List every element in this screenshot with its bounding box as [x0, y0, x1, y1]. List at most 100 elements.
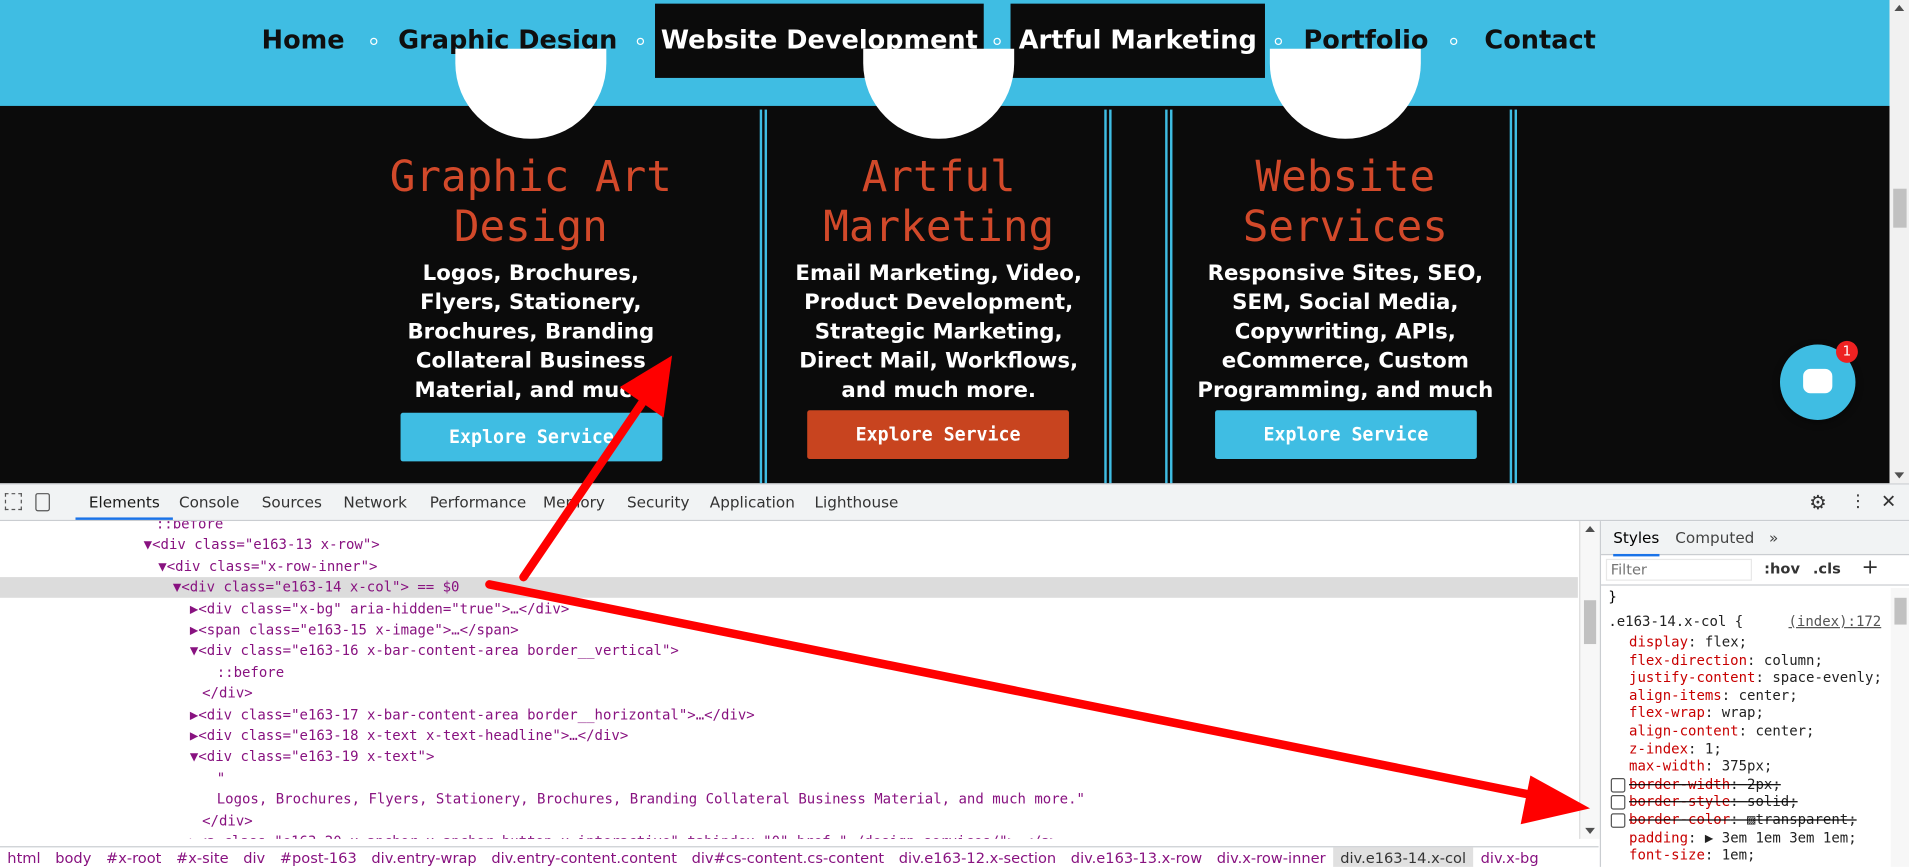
- scroll-down-arrow-icon[interactable]: [1585, 827, 1595, 834]
- nav-separator-dot: [1450, 37, 1458, 46]
- styles-filter-input[interactable]: [1605, 558, 1752, 581]
- css-colon: :: [1755, 668, 1773, 686]
- card-icon-circle: [863, 48, 1015, 139]
- dom-node[interactable]: ": [0, 768, 1578, 789]
- more-tabs-chevron-icon[interactable]: »: [1769, 521, 1778, 554]
- tab-lighthouse[interactable]: Lighthouse: [815, 485, 899, 520]
- dom-node[interactable]: Logos, Brochures, Flyers, Stationery, Br…: [0, 789, 1578, 810]
- style-declaration[interactable]: padding: ▶ 3em 1em 3em 1em;: [1629, 829, 1909, 847]
- style-declaration[interactable]: flex-direction: column;: [1629, 651, 1909, 669]
- device-toolbar-icon[interactable]: [35, 493, 50, 512]
- breadcrumb-item[interactable]: div: [236, 847, 273, 867]
- css-property-value: space-evenly;: [1772, 668, 1882, 686]
- breadcrumb-item[interactable]: div.e163-14.x-col: [1332, 847, 1474, 867]
- dom-node[interactable]: </div>: [0, 810, 1578, 831]
- css-property-name: border-color: [1629, 810, 1731, 828]
- style-declaration[interactable]: border-style: solid;: [1629, 793, 1909, 811]
- dom-node[interactable]: ::before: [0, 521, 1578, 534]
- dom-node-selected[interactable]: ▼<div class="e163-14 x-col"> == $0: [0, 577, 1578, 599]
- dom-node[interactable]: ▶<div class="e163-17 x-bar-content-area …: [0, 704, 1578, 725]
- dom-node[interactable]: </div>: [0, 683, 1578, 704]
- tab-security[interactable]: Security: [627, 485, 690, 520]
- style-declaration[interactable]: font-size: 1em;: [1629, 846, 1909, 864]
- style-declaration[interactable]: justify-content: space-evenly;: [1629, 669, 1909, 687]
- css-colon: :: [1704, 846, 1722, 864]
- breadcrumb-item[interactable]: #x-site: [169, 847, 236, 867]
- tab-network[interactable]: Network: [343, 485, 407, 520]
- page-scrollbar-thumb[interactable]: [1893, 188, 1907, 228]
- dom-node[interactable]: ▶<a class="e163-20 x-anchor x-anchor-but…: [0, 832, 1578, 839]
- tab-styles[interactable]: Styles: [1613, 521, 1660, 557]
- hover-state-toggle[interactable]: :hov: [1764, 560, 1800, 577]
- tab-application[interactable]: Application: [710, 485, 795, 520]
- css-property-value: center;: [1755, 721, 1815, 740]
- tab-console[interactable]: Console: [179, 485, 239, 520]
- class-toggle[interactable]: .cls: [1813, 560, 1841, 577]
- styles-scrollbar[interactable]: [1890, 588, 1909, 867]
- style-declaration[interactable]: border-width: 2px;: [1629, 775, 1909, 793]
- explore-service-button[interactable]: Explore Service: [1215, 410, 1477, 459]
- tab-elements[interactable]: Elements: [75, 485, 174, 520]
- style-declaration[interactable]: align-content: center;: [1629, 722, 1909, 740]
- style-declaration[interactable]: display: flex;: [1629, 633, 1909, 651]
- declaration-checkbox[interactable]: [1610, 813, 1626, 828]
- styles-filter-bar: :hov .cls +: [1601, 555, 1909, 586]
- dom-breadcrumb: html body #x-root #x-site div #post-163 div.en…: [0, 846, 1599, 867]
- dom-node[interactable]: ▼<div class="x-row-inner">: [0, 556, 1578, 577]
- rule-source-link[interactable]: (index):172: [1789, 612, 1899, 630]
- elements-scrollbar-thumb[interactable]: [1583, 600, 1597, 645]
- breadcrumb-item[interactable]: body: [48, 847, 99, 867]
- style-declaration[interactable]: border-color: ▨transparent;: [1629, 811, 1909, 829]
- css-property-value: solid;: [1747, 793, 1798, 811]
- css-colon: :: [1721, 686, 1739, 704]
- declaration-checkbox[interactable]: [1610, 777, 1626, 793]
- dom-node[interactable]: ▶<div class="x-bg" aria-hidden="true">…<…: [0, 599, 1578, 620]
- dom-node[interactable]: ▶<span class="e163-15 x-image">…</span>: [0, 620, 1578, 641]
- breadcrumb-item[interactable]: div.e163-13.x-row: [1063, 847, 1209, 867]
- nav-item-home[interactable]: Home: [256, 4, 351, 78]
- breadcrumb-item[interactable]: div.entry-wrap: [364, 847, 484, 867]
- close-devtools-icon[interactable]: ✕: [1881, 485, 1896, 520]
- breadcrumb-item[interactable]: div.x-bg: [1473, 847, 1546, 867]
- nav-item-contact[interactable]: Contact: [1476, 4, 1605, 78]
- breadcrumb-item[interactable]: div.x-row-inner: [1209, 847, 1332, 867]
- nav-separator-dot: [993, 37, 1001, 46]
- settings-gear-icon[interactable]: ⚙: [1809, 485, 1826, 520]
- style-declaration[interactable]: max-width: 375px;: [1629, 758, 1909, 776]
- breadcrumb-item[interactable]: #post-163: [272, 847, 364, 867]
- style-declaration[interactable]: z-index: 1;: [1629, 740, 1909, 758]
- style-declaration[interactable]: align-items: center;: [1629, 686, 1909, 704]
- breadcrumb-item[interactable]: div.e163-12.x-section: [891, 847, 1063, 867]
- styles-scrollbar-thumb[interactable]: [1894, 597, 1907, 625]
- page-scrollbar[interactable]: [1889, 0, 1909, 484]
- tab-sources[interactable]: Sources: [262, 485, 322, 520]
- scroll-down-arrow-icon[interactable]: [1894, 472, 1905, 479]
- nav-item-artful-marketing[interactable]: Artful Marketing: [1010, 3, 1265, 78]
- inspect-element-icon[interactable]: [4, 493, 22, 511]
- explore-service-button[interactable]: Explore Service: [400, 412, 663, 462]
- breadcrumb-item[interactable]: div.entry-content.content: [484, 847, 684, 867]
- css-property-value: 2px;: [1747, 775, 1781, 793]
- breadcrumb-item[interactable]: #x-root: [99, 847, 169, 867]
- declaration-checkbox[interactable]: [1610, 795, 1626, 811]
- tab-performance[interactable]: Performance: [430, 485, 526, 520]
- style-declaration[interactable]: flex-wrap: wrap;: [1629, 704, 1909, 722]
- new-style-rule-icon[interactable]: +: [1862, 555, 1879, 579]
- dom-node[interactable]: ::before: [0, 662, 1578, 683]
- dom-node[interactable]: ▶<div class="e163-18 x-text x-text-headl…: [0, 726, 1578, 747]
- css-property-value: 375px;: [1721, 757, 1773, 775]
- breadcrumb-item[interactable]: html: [0, 847, 48, 867]
- tab-memory[interactable]: Memory: [543, 485, 605, 520]
- breadcrumb-item[interactable]: div#cs-content.cs-content: [684, 847, 891, 867]
- css-property-value: flex;: [1704, 633, 1748, 651]
- more-options-icon[interactable]: ⋮: [1849, 485, 1866, 520]
- explore-service-button[interactable]: Explore Service: [807, 410, 1069, 459]
- scroll-up-arrow-icon[interactable]: [1894, 4, 1905, 11]
- tab-computed[interactable]: Computed: [1675, 521, 1754, 554]
- dom-node[interactable]: ▼<div class="e163-13 x-row">: [0, 535, 1578, 556]
- dom-node[interactable]: ▼<div class="e163-19 x-text">: [0, 747, 1578, 768]
- elements-scrollbar[interactable]: [1579, 521, 1600, 839]
- dom-node[interactable]: ▼<div class="e163-16 x-bar-content-area …: [0, 641, 1578, 662]
- scroll-up-arrow-icon[interactable]: [1585, 525, 1595, 533]
- css-property-value: column;: [1763, 650, 1823, 668]
